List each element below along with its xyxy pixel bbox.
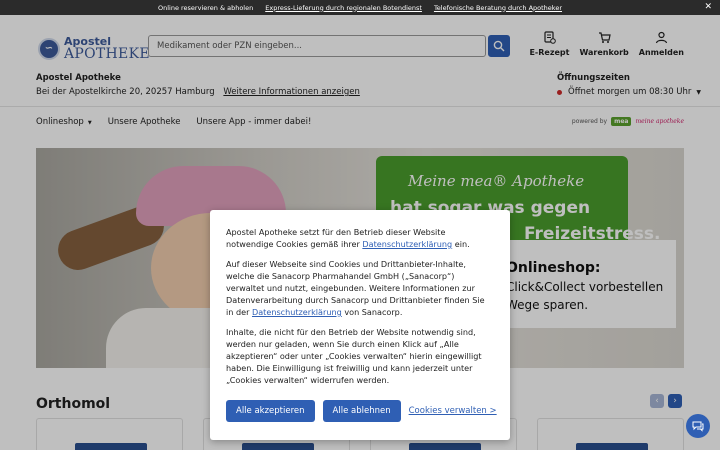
- topbar-link-express[interactable]: Express-Lieferung durch regionalen Boten…: [265, 4, 422, 12]
- cookie-paragraph-3: Inhalte, die nicht für den Betrieb der W…: [226, 327, 482, 385]
- cookie-consent-dialog: Apostel Apotheke setzt für den Betrieb d…: [210, 210, 510, 440]
- chat-button[interactable]: [686, 414, 710, 438]
- accept-all-button[interactable]: Alle akzeptieren: [226, 400, 315, 422]
- privacy-policy-link[interactable]: Datenschutzerklärung: [362, 239, 452, 249]
- chat-icon: [692, 421, 704, 432]
- reject-all-button[interactable]: Alle ablehnen: [322, 400, 401, 422]
- cookie-paragraph-2: Auf dieser Webseite sind Cookies und Dri…: [226, 259, 485, 317]
- sanacorp-privacy-link[interactable]: Datenschutzerklärung: [252, 307, 342, 317]
- close-icon[interactable]: ✕: [704, 2, 712, 12]
- topbar-item-reserve: Online reservieren & abholen: [157, 3, 254, 12]
- topbar-link-consulting[interactable]: Telefonische Beratung durch Apotheker: [434, 4, 562, 12]
- manage-cookies-link[interactable]: Cookies verwalten >: [409, 406, 497, 416]
- cookie-paragraph-1: Apostel Apotheke setzt für den Betrieb d…: [226, 227, 470, 249]
- top-info-bar: Online reservieren & abholen Express-Lie…: [0, 0, 720, 15]
